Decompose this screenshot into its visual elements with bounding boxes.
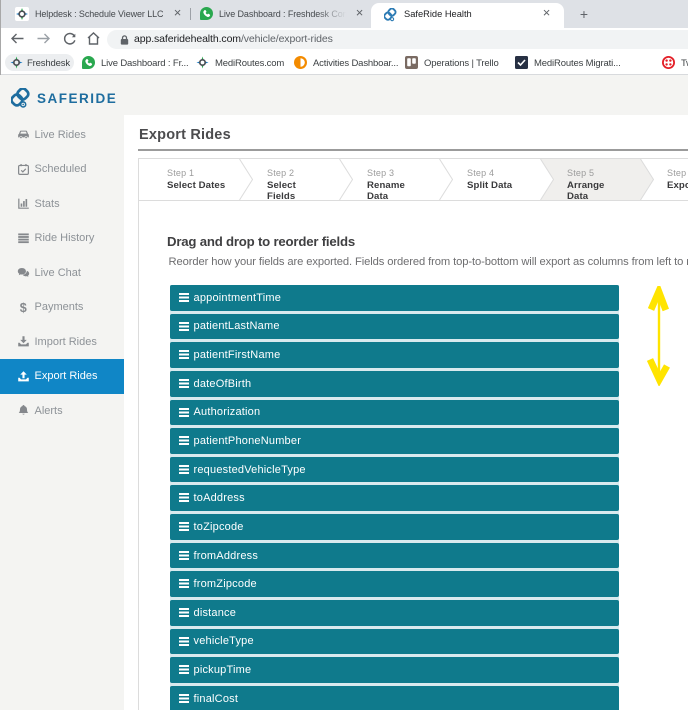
- svg-text:$: $: [19, 301, 26, 314]
